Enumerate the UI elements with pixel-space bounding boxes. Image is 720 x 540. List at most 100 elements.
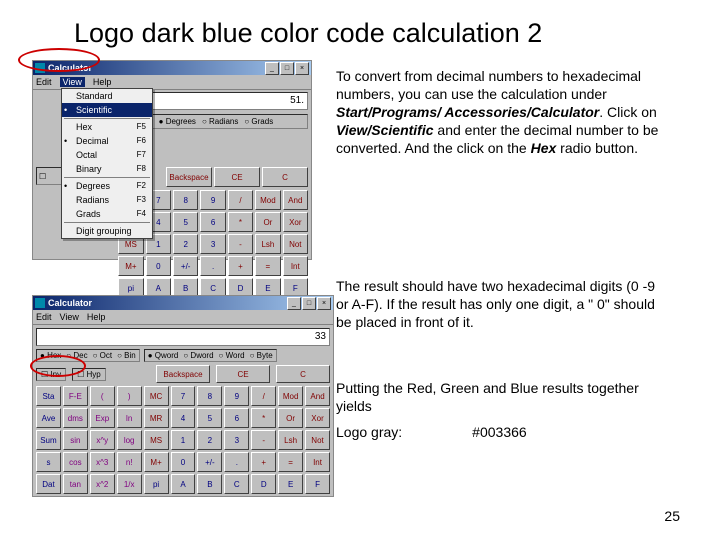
key-2[interactable]: 2 (173, 234, 198, 254)
key-x^y[interactable]: x^y (90, 430, 115, 450)
key-E[interactable]: E (278, 474, 303, 494)
key-tan[interactable]: tan (63, 474, 88, 494)
key-9[interactable]: 9 (224, 386, 249, 406)
key-F-E[interactable]: F-E (63, 386, 88, 406)
key-9[interactable]: 9 (200, 190, 225, 210)
key-1[interactable]: 1 (171, 430, 196, 450)
key-*[interactable]: * (228, 212, 253, 232)
key-/[interactable]: / (251, 386, 276, 406)
key-Exp[interactable]: Exp (90, 408, 115, 428)
c-button[interactable]: C (262, 167, 308, 187)
key-=[interactable]: = (278, 452, 303, 472)
key-+[interactable]: + (251, 452, 276, 472)
key-8[interactable]: 8 (197, 386, 222, 406)
radio-hex[interactable]: Hex (40, 351, 61, 360)
c-button[interactable]: C (276, 365, 330, 383)
key-log[interactable]: log (117, 430, 142, 450)
menu-item-digit-grouping[interactable]: Digit grouping (62, 224, 152, 238)
key-)[interactable]: ) (117, 386, 142, 406)
menu-item-binary[interactable]: BinaryF8 (62, 162, 152, 176)
key-.[interactable]: . (200, 256, 225, 276)
menu-item-degrees[interactable]: •DegreesF2 (62, 179, 152, 193)
radio-grads[interactable]: Grads (244, 117, 273, 126)
key-MR[interactable]: MR (144, 408, 169, 428)
key-x^2[interactable]: x^2 (90, 474, 115, 494)
key-x^3[interactable]: x^3 (90, 452, 115, 472)
key-+[interactable]: + (228, 256, 253, 276)
menu-edit[interactable]: Edit (36, 77, 52, 87)
key-C[interactable]: C (224, 474, 249, 494)
key-MC[interactable]: MC (144, 386, 169, 406)
radio-byte[interactable]: Byte (250, 351, 273, 360)
inv-check[interactable]: ☐ Inv (36, 368, 66, 381)
radio-dword[interactable]: Dword (183, 351, 213, 360)
menu-help[interactable]: Help (93, 77, 112, 87)
minimize-icon[interactable]: _ (265, 62, 279, 75)
key-2[interactable]: 2 (197, 430, 222, 450)
menu-item-grads[interactable]: GradsF4 (62, 207, 152, 221)
key-n![interactable]: n! (117, 452, 142, 472)
key-B[interactable]: B (197, 474, 222, 494)
menu-item-standard[interactable]: Standard (62, 89, 152, 103)
key-And[interactable]: And (283, 190, 308, 210)
key--[interactable]: - (251, 430, 276, 450)
key-Xor[interactable]: Xor (283, 212, 308, 232)
key-Sta[interactable]: Sta (36, 386, 61, 406)
radio-radians[interactable]: Radians (202, 117, 238, 126)
key-3[interactable]: 3 (200, 234, 225, 254)
key-M+[interactable]: M+ (118, 256, 143, 276)
key-/[interactable]: / (228, 190, 253, 210)
key-Int[interactable]: Int (305, 452, 330, 472)
key-([interactable]: ( (90, 386, 115, 406)
key-0[interactable]: 0 (171, 452, 196, 472)
key-*[interactable]: * (251, 408, 276, 428)
key-A[interactable]: A (171, 474, 196, 494)
ce-button[interactable]: CE (214, 167, 260, 187)
key-pi[interactable]: pi (144, 474, 169, 494)
radio-degrees[interactable]: Degrees (159, 117, 196, 126)
key-6[interactable]: 6 (224, 408, 249, 428)
key-0[interactable]: 0 (146, 256, 171, 276)
close-icon[interactable]: × (317, 297, 331, 310)
key-Lsh[interactable]: Lsh (278, 430, 303, 450)
key-MS[interactable]: MS (144, 430, 169, 450)
menu-view[interactable]: View (60, 77, 85, 87)
key-D[interactable]: D (251, 474, 276, 494)
key-6[interactable]: 6 (200, 212, 225, 232)
radio-dec[interactable]: Dec (66, 351, 87, 360)
key-Or[interactable]: Or (278, 408, 303, 428)
key-3[interactable]: 3 (224, 430, 249, 450)
key-dms[interactable]: dms (63, 408, 88, 428)
backspace-button[interactable]: Backspace (156, 365, 210, 383)
key-Dat[interactable]: Dat (36, 474, 61, 494)
ce-button[interactable]: CE (216, 365, 270, 383)
key-And[interactable]: And (305, 386, 330, 406)
minimize-icon[interactable]: _ (287, 297, 301, 310)
key-Sum[interactable]: Sum (36, 430, 61, 450)
key-Lsh[interactable]: Lsh (255, 234, 280, 254)
menu-item-hex[interactable]: HexF5 (62, 120, 152, 134)
radio-qword[interactable]: Qword (148, 351, 179, 360)
menu-item-decimal[interactable]: •DecimalF6 (62, 134, 152, 148)
key-Xor[interactable]: Xor (305, 408, 330, 428)
menu-edit[interactable]: Edit (36, 312, 52, 322)
key-sin[interactable]: sin (63, 430, 88, 450)
key-+/-[interactable]: +/- (197, 452, 222, 472)
key-Or[interactable]: Or (255, 212, 280, 232)
backspace-button[interactable]: Backspace (166, 167, 212, 187)
menu-view[interactable]: View (60, 312, 79, 322)
key-5[interactable]: 5 (197, 408, 222, 428)
key-.[interactable]: . (224, 452, 249, 472)
hyp-check[interactable]: ☐ Hyp (72, 368, 106, 381)
key-+/-[interactable]: +/- (173, 256, 198, 276)
key-M+[interactable]: M+ (144, 452, 169, 472)
key-8[interactable]: 8 (173, 190, 198, 210)
radio-bin[interactable]: Bin (117, 351, 136, 360)
maximize-icon[interactable]: □ (280, 62, 294, 75)
menu-item-octal[interactable]: OctalF7 (62, 148, 152, 162)
key--[interactable]: - (228, 234, 253, 254)
key-cos[interactable]: cos (63, 452, 88, 472)
radio-word[interactable]: Word (219, 351, 245, 360)
radio-oct[interactable]: Oct (93, 351, 113, 360)
key-Int[interactable]: Int (283, 256, 308, 276)
